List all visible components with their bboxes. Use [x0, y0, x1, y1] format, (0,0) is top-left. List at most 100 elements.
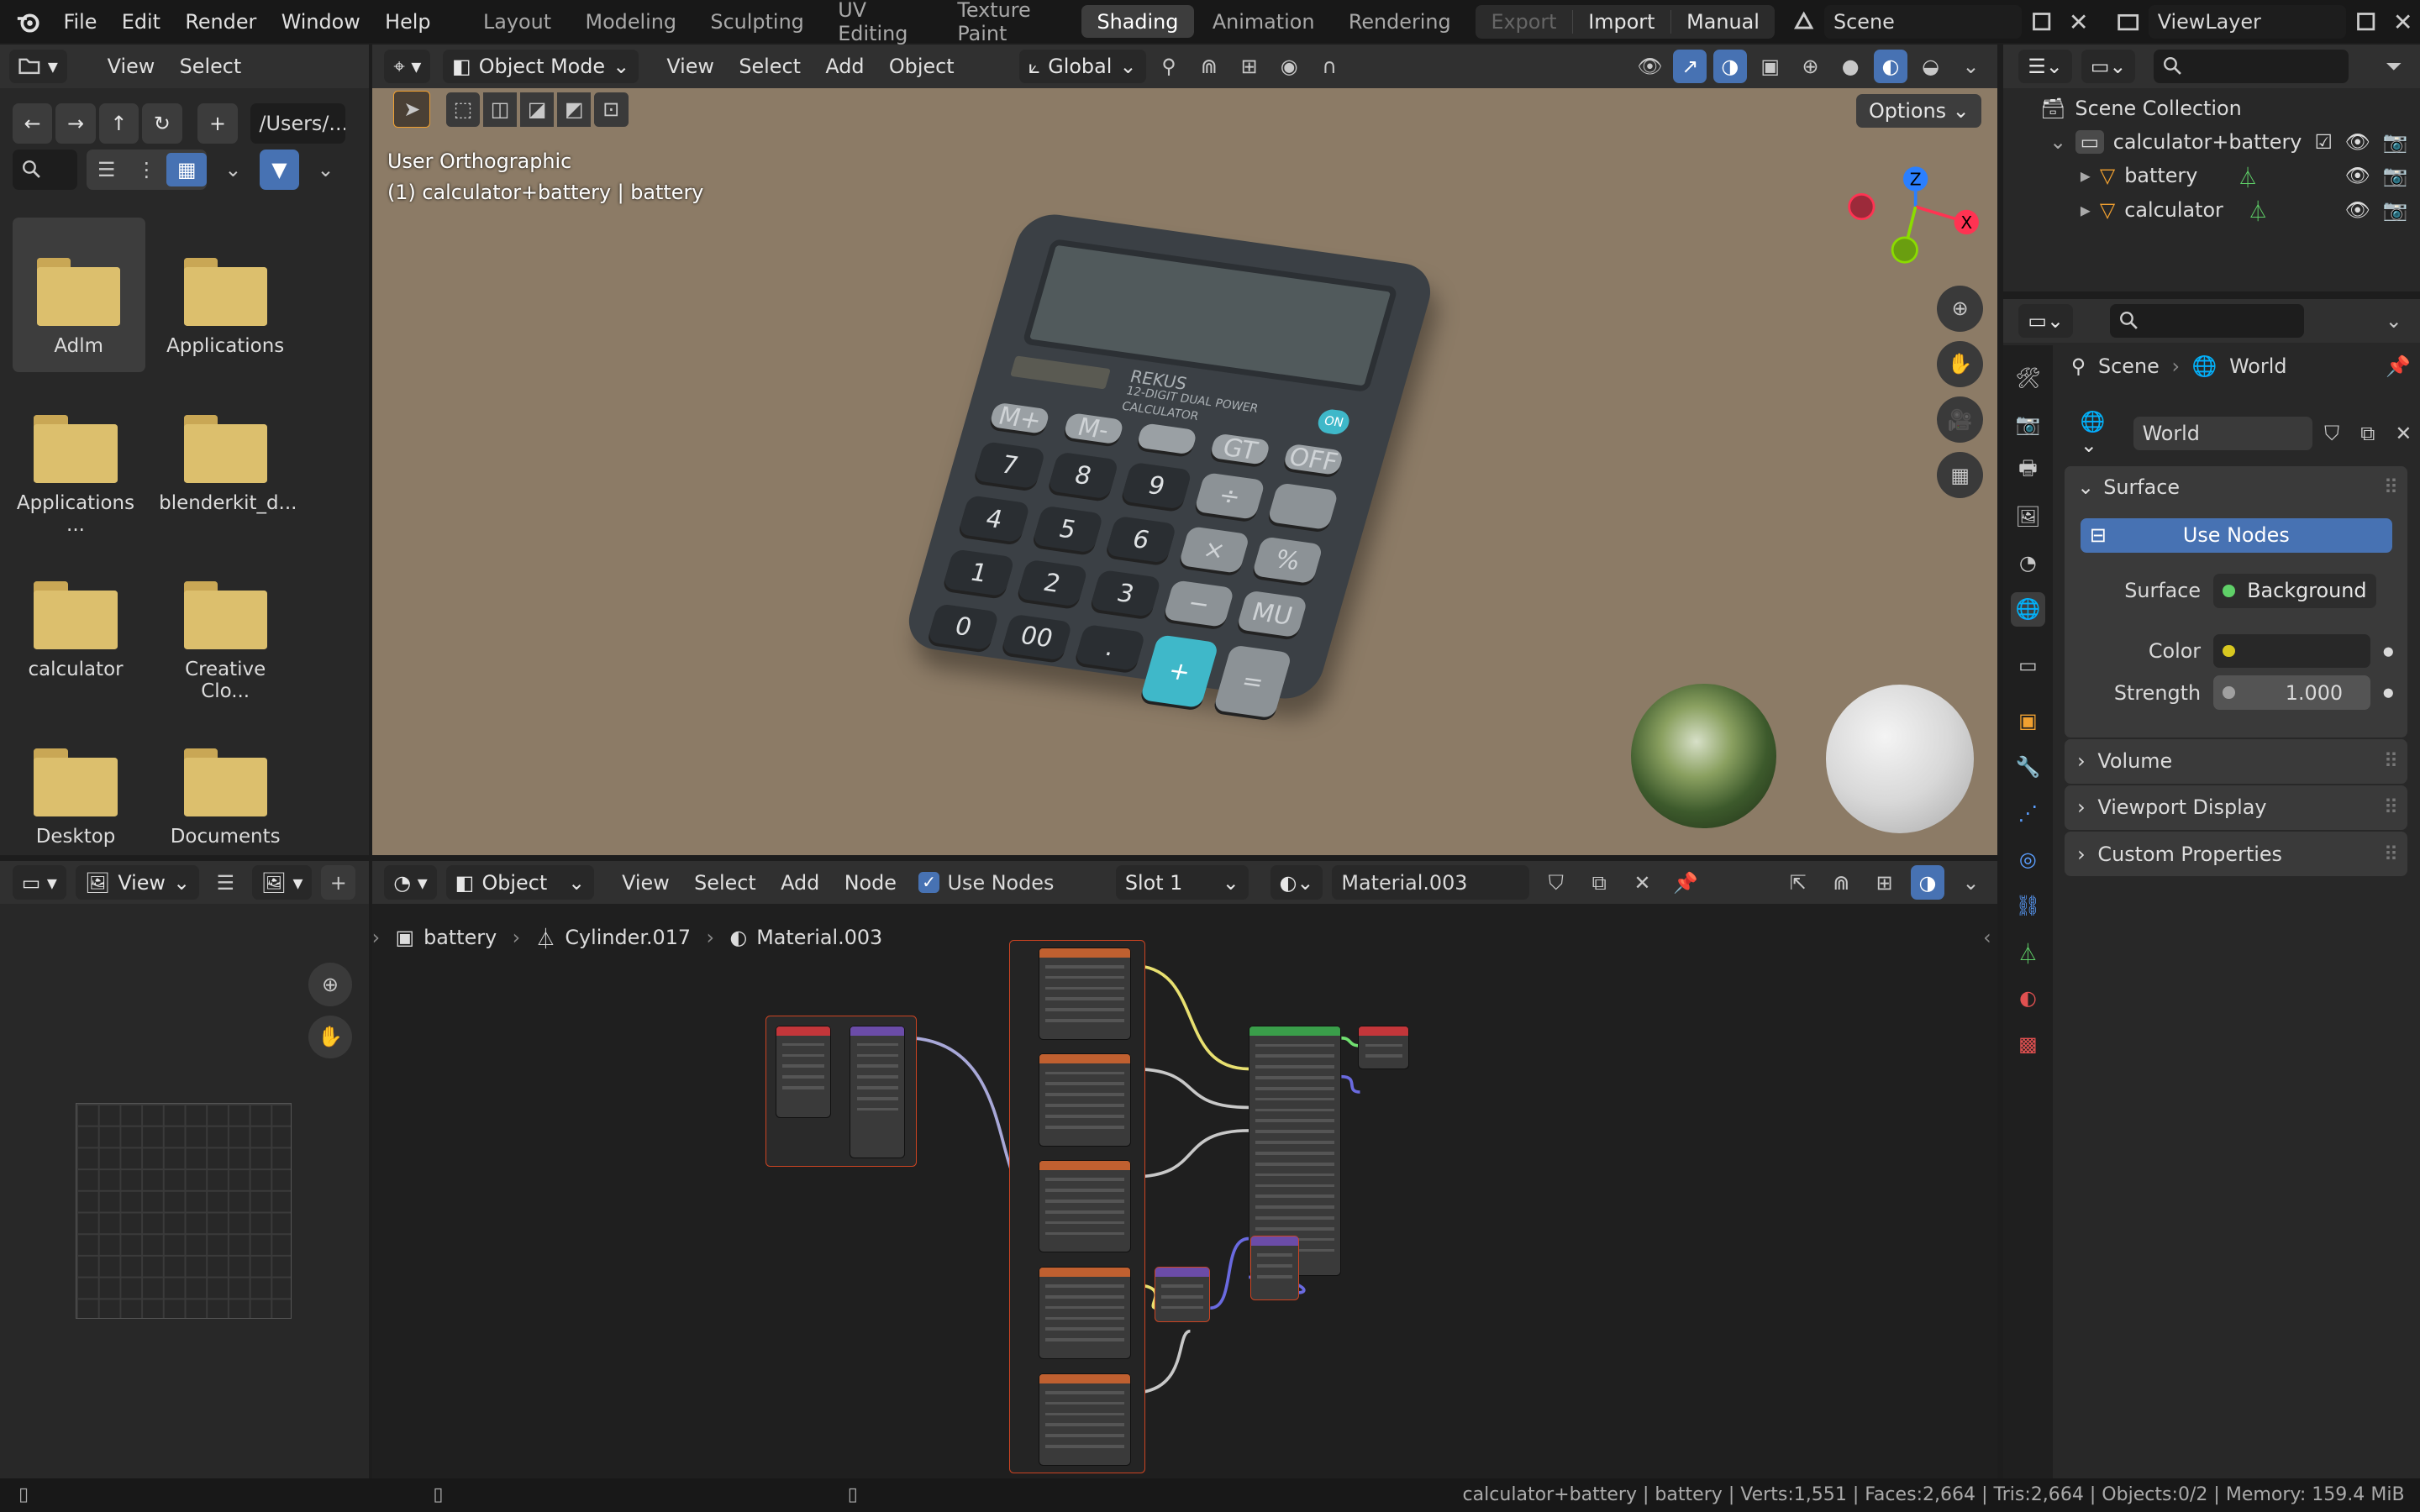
- back-arrow-icon[interactable]: ←: [12, 103, 53, 144]
- tab-rendering[interactable]: Rendering: [1334, 5, 1467, 38]
- normal-map-node[interactable]: [1154, 1266, 1210, 1323]
- folder-item[interactable]: Creative Clo...: [159, 581, 292, 702]
- collection-tab-icon[interactable]: ▭: [2011, 648, 2044, 681]
- scene-name-field[interactable]: Scene: [1824, 4, 2023, 39]
- disclosure-open-icon[interactable]: ⌄: [2049, 130, 2066, 154]
- options-dropdown[interactable]: Options ⌄: [1856, 94, 1982, 129]
- folder-item[interactable]: Adlm: [12, 217, 145, 372]
- select-box-intersect-icon[interactable]: ⊡: [594, 92, 629, 127]
- editor-type-dropdown[interactable]: ◔ ▾: [384, 865, 437, 900]
- pan-hand-icon[interactable]: ✋: [308, 1015, 352, 1058]
- modifier-wrench-icon[interactable]: 🔧: [2011, 750, 2044, 784]
- texture-tab-icon[interactable]: ▩: [2011, 1027, 2044, 1061]
- normal-texture-node[interactable]: [1039, 1266, 1132, 1360]
- menu-object[interactable]: Object: [876, 55, 966, 78]
- camera-icon[interactable]: 📷: [2383, 130, 2408, 154]
- menu-add[interactable]: Add: [813, 55, 877, 78]
- volume-section-header[interactable]: › Volume ⠿: [2065, 738, 2408, 784]
- surface-section-header[interactable]: ⌄ Surface ⠿: [2065, 466, 2407, 509]
- fake-user-shield-icon[interactable]: ⛉: [2316, 417, 2349, 450]
- base-color-texture-node[interactable]: [1039, 947, 1132, 1040]
- menu-select[interactable]: Select: [727, 55, 813, 78]
- filter-icon[interactable]: ▼: [259, 150, 300, 190]
- tab-shading[interactable]: Shading: [1081, 5, 1194, 39]
- menu-node[interactable]: Node: [832, 871, 909, 895]
- menu-view[interactable]: View: [655, 55, 727, 78]
- world-tab-icon[interactable]: 🌐: [2011, 592, 2045, 627]
- folder-item[interactable]: Desktop: [9, 748, 142, 852]
- material-output-node[interactable]: [1358, 1026, 1409, 1069]
- physics-tab-icon[interactable]: ◎: [2011, 843, 2044, 876]
- use-nodes-checkbox[interactable]: ✓ Use Nodes: [918, 871, 1054, 895]
- outliner-item-collection[interactable]: ⌄ ▭ calculator+battery ☑ 👁 📷: [2003, 125, 2420, 159]
- slot-dropdown[interactable]: Slot 1 ⌄: [1115, 865, 1249, 900]
- camera-icon[interactable]: 📷: [2383, 164, 2408, 187]
- folder-item[interactable]: calculator: [9, 581, 142, 680]
- editor-type-dropdown[interactable]: ⌖ ▾: [384, 49, 431, 84]
- world-name-field[interactable]: World: [2133, 416, 2312, 451]
- chevron-down-icon[interactable]: ⌄: [2377, 304, 2411, 338]
- editor-type-dropdown[interactable]: ▾: [9, 49, 67, 84]
- material-tab-icon[interactable]: ◐: [2011, 981, 2044, 1015]
- unlink-world-icon[interactable]: ✕: [2387, 417, 2420, 450]
- checkbox-checked-icon[interactable]: ☑: [2314, 130, 2332, 154]
- xray-icon[interactable]: ▣: [1754, 50, 1787, 83]
- list-vertical-icon[interactable]: ☰: [87, 153, 127, 186]
- strength-field[interactable]: 1.000: [2212, 675, 2371, 710]
- editor-type-dropdown[interactable]: ☰⌄: [2018, 49, 2072, 84]
- pan-hand-icon[interactable]: ✋: [1937, 340, 1984, 387]
- visibility-icon[interactable]: 👁: [1633, 50, 1666, 83]
- tab-layout[interactable]: Layout: [468, 5, 567, 38]
- thumbnail-grid-icon[interactable]: ▦: [166, 152, 208, 187]
- refresh-icon[interactable]: ↻: [141, 103, 182, 144]
- snap-icon[interactable]: ⋒: [1824, 865, 1858, 899]
- folder-item[interactable]: Documents: [159, 748, 292, 852]
- falloff-icon[interactable]: ∩: [1313, 50, 1346, 83]
- new-scene-icon[interactable]: [2025, 5, 2059, 39]
- drag-handle-icon[interactable]: ⠿: [2384, 843, 2398, 866]
- editor-type-dropdown[interactable]: ▭ ▾: [12, 865, 66, 900]
- export-button[interactable]: Export: [1476, 10, 1572, 34]
- menu-help[interactable]: Help: [372, 10, 443, 34]
- disclosure-closed-icon[interactable]: ▸: [2081, 198, 2091, 222]
- outliner-item-scene-collection[interactable]: 🗃 Scene Collection: [2003, 91, 2420, 124]
- fake-user-shield-icon[interactable]: ⛉: [1539, 865, 1572, 899]
- shading-options-icon[interactable]: ⌄: [1954, 50, 1987, 83]
- filter-dropdown-icon[interactable]: ⌄: [308, 153, 342, 186]
- overlay-toggle-icon[interactable]: ◑: [1712, 49, 1748, 84]
- new-image-icon[interactable]: +: [321, 865, 355, 900]
- keyframe-dot-icon[interactable]: ●: [2383, 685, 2394, 700]
- outliner-item-calculator[interactable]: ▸ ▽ calculator ⏃ 👁 📷: [2003, 193, 2420, 227]
- eye-icon[interactable]: 👁: [2345, 164, 2370, 187]
- drag-handle-icon[interactable]: ⠿: [2384, 749, 2398, 773]
- texture-coordinate-node[interactable]: [776, 1025, 832, 1118]
- use-nodes-button[interactable]: ⊟ Use Nodes: [2080, 518, 2392, 553]
- outliner-item-battery[interactable]: ▸ ▽ battery ⏃ 👁 📷: [2003, 159, 2420, 192]
- zoom-icon[interactable]: ⊕: [308, 963, 352, 1006]
- material-name-field[interactable]: Material.003: [1332, 865, 1530, 900]
- displacement-node[interactable]: [1249, 1236, 1300, 1301]
- duplicate-world-icon[interactable]: ⧉: [2351, 417, 2384, 450]
- select-box-new-icon[interactable]: ⬚: [445, 92, 481, 127]
- shader-type-dropdown[interactable]: ◧ Object ⌄: [445, 865, 595, 900]
- scene-icon[interactable]: [1787, 5, 1821, 39]
- menu-view[interactable]: View: [95, 55, 167, 78]
- tab-sculpting[interactable]: Sculpting: [695, 5, 819, 38]
- menu-select[interactable]: Select: [167, 55, 254, 78]
- displacement-texture-node[interactable]: [1039, 1373, 1132, 1466]
- eye-icon[interactable]: 👁: [2345, 198, 2370, 222]
- tab-modeling[interactable]: Modeling: [570, 5, 692, 38]
- transform-orientation-dropdown[interactable]: ⟀ Global ⌄: [1018, 49, 1146, 84]
- menu-render[interactable]: Render: [173, 10, 269, 34]
- color-field[interactable]: [2212, 633, 2371, 669]
- eye-icon[interactable]: 👁: [2345, 130, 2370, 154]
- select-box-subtract-icon[interactable]: ◪: [519, 92, 555, 127]
- folder-item[interactable]: Applications: [159, 218, 292, 357]
- manual-button[interactable]: Manual: [1670, 9, 1775, 34]
- viewport-display-section-header[interactable]: › Viewport Display ⠿: [2065, 785, 2408, 831]
- rendered-shading-icon[interactable]: ◒: [1914, 50, 1948, 83]
- snap-mode-icon[interactable]: ⊞: [1867, 865, 1901, 899]
- forward-arrow-icon[interactable]: →: [55, 103, 96, 144]
- frame-node[interactable]: [765, 1015, 917, 1167]
- parent-node-tree-icon[interactable]: ⇱: [1781, 865, 1815, 899]
